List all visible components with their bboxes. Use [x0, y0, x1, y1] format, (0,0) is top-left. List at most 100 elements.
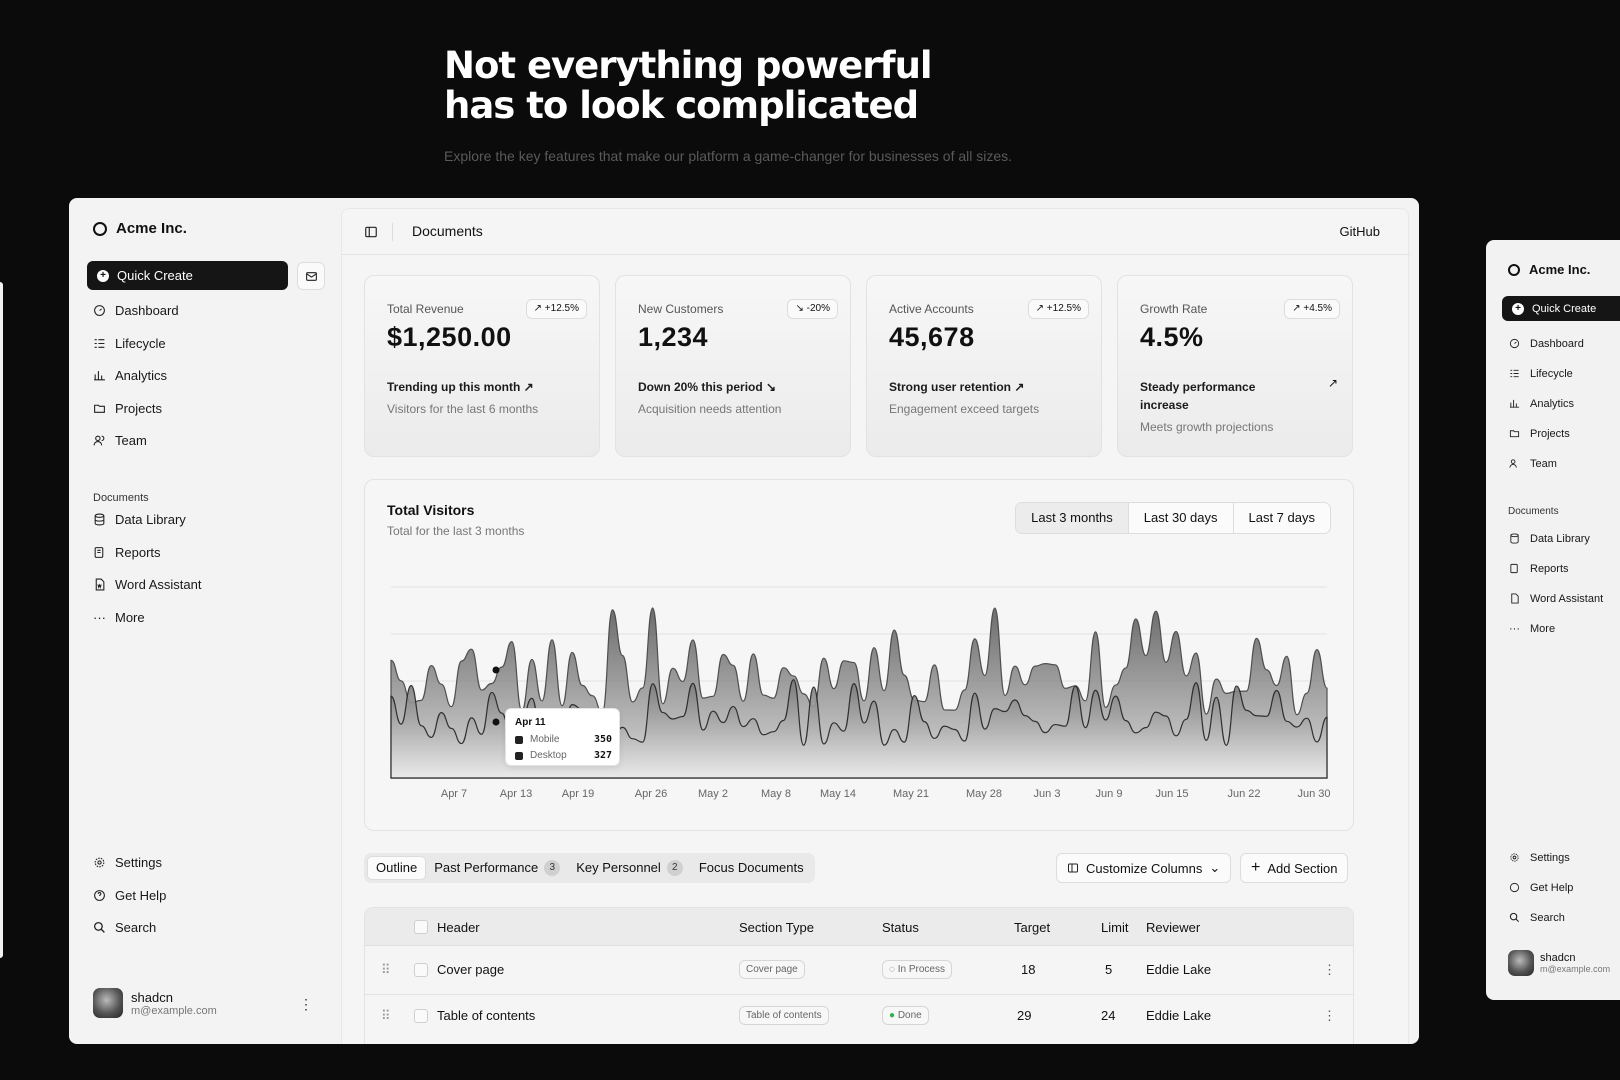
- gear-icon: [93, 856, 106, 869]
- sidebar-item-get-help[interactable]: Get Help: [1508, 881, 1573, 894]
- status-badge: ● Done: [882, 1006, 929, 1025]
- section-type-badge: Cover page: [739, 960, 805, 979]
- card-active-accounts: Active Accounts ↗ +12.5% 45,678 Strong u…: [866, 275, 1102, 457]
- sidebar-item-more[interactable]: ··· More: [93, 610, 145, 625]
- report-icon: [1508, 562, 1521, 575]
- help-icon: [93, 889, 106, 902]
- chart-tooltip: Apr 11 Mobile 350 Desktop 327: [505, 708, 620, 766]
- check-circle-icon: ●: [889, 1010, 896, 1021]
- select-all-checkbox[interactable]: [414, 920, 428, 934]
- x-tick: Jun 3: [1033, 788, 1061, 800]
- plus-circle-icon: +: [97, 269, 109, 282]
- sidebar-item-reports[interactable]: Reports: [93, 545, 161, 560]
- quick-create-button[interactable]: + Quick Create: [1502, 296, 1620, 321]
- page-title: Documents: [412, 223, 483, 239]
- table-header: Header Section Type Status Target Limit …: [365, 908, 1353, 946]
- users-icon: [1508, 457, 1521, 470]
- row-actions-icon[interactable]: ⋮: [1323, 962, 1336, 978]
- folder-icon: [1508, 427, 1521, 440]
- sidebar-item-dashboard[interactable]: Dashboard: [1508, 337, 1584, 350]
- brand[interactable]: Acme Inc.: [93, 220, 187, 237]
- sidebar: Acme Inc. + Quick Create Dashboard Lifecy…: [69, 198, 341, 1044]
- x-tick: Jun 22: [1227, 788, 1261, 800]
- documents-heading: Documents: [93, 492, 149, 504]
- database-icon: [1508, 532, 1521, 545]
- list-icon: [1508, 367, 1521, 380]
- status-badge: ◌ In Process: [882, 960, 952, 979]
- sidebar-item-team[interactable]: Team: [1508, 457, 1557, 470]
- sidebar-item-lifecycle[interactable]: Lifecycle: [1508, 367, 1573, 380]
- x-tick: Apr 26: [634, 788, 668, 800]
- view-tabs: Outline Past Performance 3 Key Personnel 2…: [364, 853, 815, 883]
- plus-icon: +: [1251, 859, 1261, 876]
- customize-columns-button[interactable]: Customize Columns ⌄: [1056, 853, 1232, 883]
- sidebar-item-projects[interactable]: Projects: [1508, 427, 1570, 440]
- sidebar-item-more[interactable]: ··· More: [1508, 622, 1555, 635]
- sidebar-item-projects[interactable]: Projects: [93, 401, 162, 416]
- sidebar-item-settings[interactable]: Settings: [1508, 851, 1570, 864]
- hero: Not everything powerful has to look compl…: [444, 44, 1244, 165]
- user-menu-dots-icon[interactable]: ⋮: [299, 996, 313, 1013]
- x-tick: Jun 9: [1095, 788, 1123, 800]
- preview-window-right: Acme Inc. + Quick Create Dashboard Lifecy…: [1486, 240, 1620, 1000]
- inbox-button[interactable]: [297, 262, 325, 290]
- sidebar-item-dashboard[interactable]: Dashboard: [93, 303, 179, 318]
- card-growth-rate: Growth Rate ↗ +4.5% 4.5% Steady performa…: [1117, 275, 1353, 457]
- x-tick: Apr 13: [499, 788, 533, 800]
- sidebar-item-search[interactable]: Search: [1508, 911, 1565, 924]
- plus-circle-icon: +: [1512, 302, 1524, 315]
- x-tick: May 2: [698, 788, 728, 800]
- sidebar-item-data-library[interactable]: Data Library: [93, 512, 186, 527]
- main-content: Documents GitHub Total Revenue ↗ +12.5% …: [341, 208, 1410, 1044]
- trend-badge: ↘ -20%: [787, 299, 838, 319]
- trend-badge: ↗ +12.5%: [1027, 299, 1089, 319]
- x-tick: May 8: [761, 788, 791, 800]
- section-type-badge: Table of contents: [739, 1006, 829, 1025]
- avatar: [1508, 950, 1534, 976]
- trending-down-icon: ↘: [766, 380, 777, 394]
- x-tick: Jun 30: [1297, 788, 1331, 800]
- user-menu[interactable]: shadcn m@example.com: [93, 988, 217, 1018]
- logo-icon: [1508, 263, 1520, 276]
- sidebar-item-reports[interactable]: Reports: [1508, 562, 1569, 575]
- sidebar-item-data-library[interactable]: Data Library: [1508, 532, 1590, 545]
- area-chart-svg: [390, 586, 1328, 779]
- sidebar-item-word-assistant[interactable]: Word Assistant: [1508, 592, 1603, 605]
- columns-icon: [1068, 863, 1078, 873]
- tab-past-performance[interactable]: Past Performance 3: [426, 856, 568, 880]
- hero-subtitle: Explore the key features that make our p…: [444, 148, 1013, 164]
- drag-handle-icon[interactable]: ⠿: [381, 962, 391, 978]
- hero-title: Not everything powerful has to look compl…: [444, 44, 933, 127]
- partial-window-left: [0, 282, 3, 958]
- tab-focus-documents[interactable]: Focus Documents: [691, 856, 812, 880]
- sidebar-item-lifecycle[interactable]: Lifecycle: [93, 336, 166, 351]
- drag-handle-icon[interactable]: ⠿: [381, 1008, 391, 1024]
- sidebar-item-analytics[interactable]: Analytics: [93, 368, 167, 383]
- app-window: Acme Inc. + Quick Create Dashboard Lifecy…: [69, 198, 1419, 1044]
- row-checkbox[interactable]: [414, 1009, 428, 1023]
- user-name: shadcn: [131, 989, 173, 1005]
- trending-up-icon: ↗: [1014, 380, 1025, 394]
- sidebar-item-get-help[interactable]: Get Help: [93, 888, 166, 903]
- dots-icon: ···: [1509, 622, 1520, 635]
- tab-outline[interactable]: Outline: [367, 856, 427, 880]
- x-tick: Jun 15: [1155, 788, 1189, 800]
- file-word-icon: [1508, 592, 1521, 605]
- list-icon: [93, 337, 106, 350]
- dots-icon: ···: [93, 610, 106, 625]
- row-actions-icon[interactable]: ⋮: [1323, 1008, 1336, 1024]
- sidebar-item-search[interactable]: Search: [93, 920, 156, 935]
- tab-key-personnel[interactable]: Key Personnel 2: [568, 856, 691, 880]
- row-checkbox[interactable]: [414, 963, 428, 977]
- brand[interactable]: Acme Inc.: [1508, 262, 1590, 277]
- sidebar-item-settings[interactable]: Settings: [93, 855, 162, 870]
- sidebar-item-team[interactable]: Team: [93, 433, 147, 448]
- sidebar-toggle-icon[interactable]: [364, 225, 378, 244]
- github-link[interactable]: GitHub: [1340, 224, 1380, 239]
- sidebar-item-word-assistant[interactable]: Word Assistant: [93, 577, 201, 592]
- user-menu[interactable]: shadcn m@example.com: [1508, 950, 1610, 976]
- sidebar-item-analytics[interactable]: Analytics: [1508, 397, 1574, 410]
- add-section-button[interactable]: + Add Section: [1240, 853, 1349, 883]
- quick-create-button[interactable]: + Quick Create: [87, 261, 288, 290]
- gauge-icon: [93, 304, 106, 317]
